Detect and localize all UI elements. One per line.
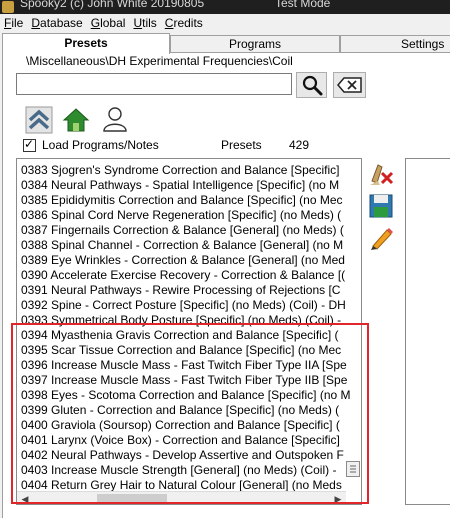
tab-presets[interactable]: Presets <box>2 33 170 54</box>
menu-database[interactable]: Database <box>27 14 86 32</box>
list-item[interactable]: 0383 Sjogren's Syndrome Correction and B… <box>21 163 339 178</box>
magnifier-icon <box>302 75 322 96</box>
user-presets-icon <box>103 107 127 132</box>
scroll-thumb[interactable] <box>97 494 167 504</box>
list-item[interactable]: 0387 Fingernails Correction & Balance [G… <box>21 223 344 238</box>
list-item[interactable]: 0384 Neural Pathways - Spatial Intellige… <box>21 178 339 193</box>
tab-strip: Presets Programs Settings <box>0 33 450 54</box>
save-preset-button[interactable] <box>366 192 396 220</box>
list-item[interactable]: 0393 Symmetrical Body Posture [Specific]… <box>21 313 341 328</box>
list-item[interactable]: 0397 Increase Muscle Mass - Fast Twitch … <box>21 373 347 388</box>
horizontal-scrollbar[interactable]: ◀ ▶ <box>17 491 346 504</box>
delete-preset-button[interactable] <box>366 160 396 188</box>
list-item[interactable]: 0396 Increase Muscle Mass - Fast Twitch … <box>21 358 347 373</box>
window-title: Spooky2 (c) John White 20190805 <box>20 0 205 10</box>
list-item[interactable]: 0391 Neural Pathways - Rewire Processing… <box>21 283 340 298</box>
clear-search-button[interactable] <box>333 72 366 98</box>
preset-details-panel <box>405 158 450 505</box>
list-item[interactable]: 0399 Gluten - Correction and Balance [Sp… <box>21 403 339 418</box>
current-folder-path: \Miscellaneous\DH Experimental Frequenci… <box>26 54 293 68</box>
edit-preset-icon <box>371 228 393 250</box>
menu-file[interactable]: File <box>0 14 27 32</box>
tab-settings[interactable]: Settings <box>340 35 450 53</box>
search-input[interactable] <box>16 73 292 95</box>
menu-utils[interactable]: Utils <box>129 14 160 32</box>
list-item[interactable]: 0400 Graviola (Soursop) Correction and B… <box>21 418 340 433</box>
list-item[interactable]: 0398 Eyes - Scotoma Correction and Balan… <box>21 388 351 403</box>
list-item[interactable]: 0403 Increase Muscle Strength [General] … <box>21 463 336 478</box>
delete-preset-icon <box>370 164 394 185</box>
scroll-left-icon[interactable]: ◀ <box>17 492 33 504</box>
up-level-button[interactable] <box>23 105 55 135</box>
menu-global[interactable]: Global <box>87 14 130 32</box>
list-item[interactable]: 0390 Accelerate Exercise Recovery - Corr… <box>21 268 345 283</box>
search-button[interactable] <box>296 72 327 98</box>
tab-programs[interactable]: Programs <box>170 35 340 53</box>
list-item[interactable]: 0392 Spine - Correct Posture [Specific] … <box>21 298 346 313</box>
load-programs-label: Load Programs/Notes <box>42 138 159 152</box>
list-item[interactable]: 0395 Scar Tissue Correction and Balance … <box>21 343 341 358</box>
load-programs-row: ✓ Load Programs/Notes <box>23 137 159 153</box>
up-level-icon <box>25 106 53 134</box>
menu-credits[interactable]: Credits <box>161 14 207 32</box>
title-bar: Spooky2 (c) John White 20190805 Test Mod… <box>0 0 450 14</box>
vertical-scroll-thumb[interactable] <box>346 461 360 477</box>
list-item[interactable]: 0401 Larynx (Voice Box) - Correction and… <box>21 433 340 448</box>
list-item[interactable]: 0389 Eye Wrinkles - Correction & Balance… <box>21 253 345 268</box>
presets-count-value: 429 <box>289 138 310 152</box>
load-programs-checkbox[interactable]: ✓ <box>23 136 36 152</box>
scroll-right-icon[interactable]: ▶ <box>330 492 346 504</box>
presets-count-label: Presets <box>221 138 262 152</box>
grip-icon <box>350 465 356 473</box>
checkmark-icon: ✓ <box>24 136 35 151</box>
window-mode: Test Mode <box>275 0 331 10</box>
list-item[interactable]: 0388 Spinal Channel - Correction & Balan… <box>21 238 343 253</box>
menu-bar: File Database Global Utils Credits <box>0 14 450 32</box>
presets-list[interactable]: 0383 Sjogren's Syndrome Correction and B… <box>16 158 362 505</box>
user-presets-button[interactable] <box>100 104 130 134</box>
list-item[interactable]: 0402 Neural Pathways - Develop Assertive… <box>21 448 344 463</box>
app-icon <box>2 1 14 13</box>
home-icon <box>62 108 90 132</box>
list-item[interactable]: 0386 Spinal Cord Nerve Regeneration [Spe… <box>21 208 341 223</box>
edit-preset-button[interactable] <box>366 224 396 252</box>
save-preset-icon <box>369 194 393 218</box>
home-button[interactable] <box>61 105 91 135</box>
clear-search-icon <box>336 77 362 93</box>
list-item[interactable]: 0394 Myasthenia Gravis Correction and Ba… <box>21 328 339 343</box>
list-item[interactable]: 0385 Epididymitis Correction and Balance… <box>21 193 343 208</box>
